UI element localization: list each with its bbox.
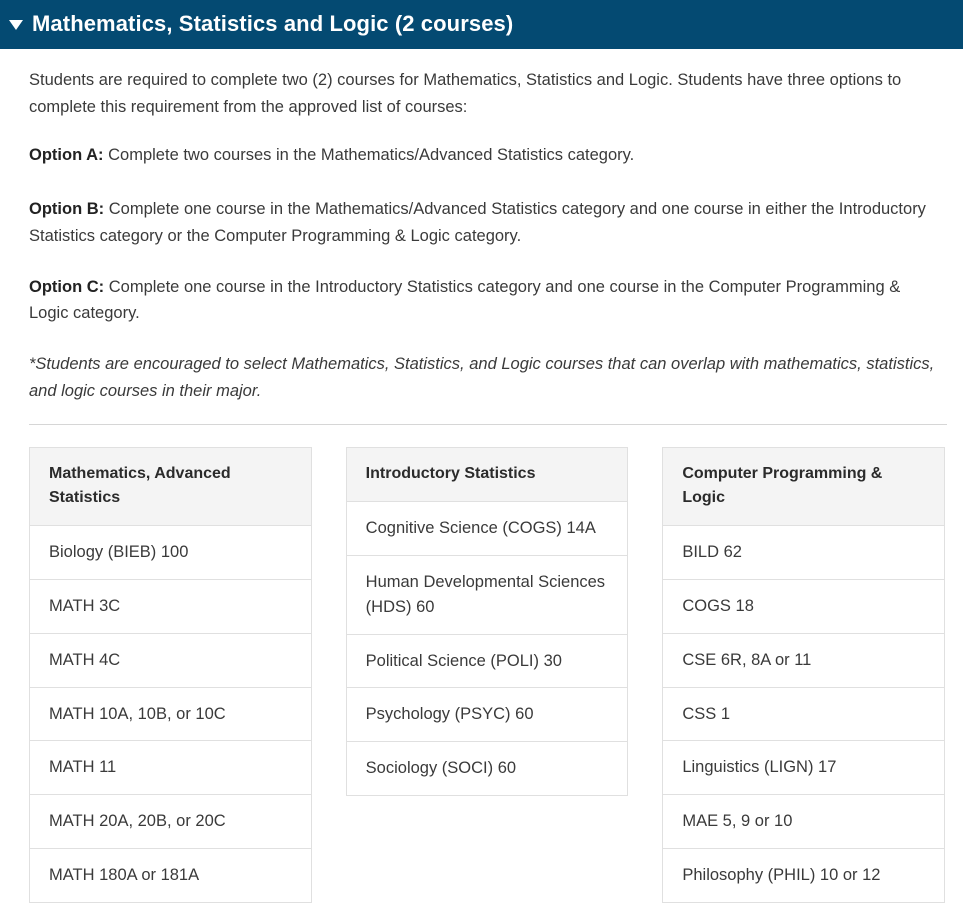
note-paragraph: *Students are encouraged to select Mathe… [29,355,935,400]
table-row: Philosophy (PHIL) 10 or 12 [663,849,945,903]
table-row: Psychology (PSYC) 60 [346,688,628,743]
course-tables-row: Mathematics, Advanced Statistics Biology… [29,447,946,903]
table-row: Political Science (POLI) 30 [346,635,628,689]
option-c-text: Complete one course in the Introductory … [29,277,901,323]
intro-paragraph: Students are required to complete two (2… [29,71,902,116]
table-row: Sociology (SOCI) 60 [346,742,628,796]
table-row: CSS 1 [663,688,945,742]
table-header: Computer Programming & Logic [663,448,945,527]
table-row: Cognitive Science (COGS) 14A [346,502,628,557]
panel-body: Students are required to complete two (2… [0,49,963,903]
option-c-label: Option C: [29,277,105,296]
table-row: MAE 5, 9 or 10 [663,795,945,849]
accordion-header[interactable]: Mathematics, Statistics and Logic (2 cou… [0,0,963,49]
table-row: CSE 6R, 8A or 11 [663,634,945,688]
option-a-text: Complete two courses in the Mathematics/… [103,146,635,165]
table-row: MATH 10A, 10B, or 10C [30,688,311,742]
accordion-title: Mathematics, Statistics and Logic (2 cou… [32,11,514,37]
course-table-computer-programming-logic: Computer Programming & Logic BILD 62 COG… [662,447,946,903]
option-b-label: Option B: [29,200,105,219]
option-c-paragraph: Option C: Complete one course in the Int… [29,274,944,327]
table-row: Biology (BIEB) 100 [30,526,311,581]
table-row: Linguistics (LIGN) 17 [663,741,945,796]
table-row: MATH 11 [30,741,311,796]
table-row: MATH 20A, 20B, or 20C [30,795,311,849]
section-divider [29,424,947,426]
chevron-down-icon[interactable] [6,15,26,35]
table-row: MATH 4C [30,634,311,688]
table-row: MATH 3C [30,580,311,634]
option-a-label: Option A: [29,146,104,165]
table-header: Mathematics, Advanced Statistics [30,448,311,527]
table-row: Human Developmental Sciences (HDS) 60 [346,556,628,635]
table-row: MATH 180A or 181A [30,849,311,903]
option-b-text: Complete one course in the Mathematics/A… [29,200,926,245]
option-a-paragraph: Option A: Complete two courses in the Ma… [29,142,944,169]
option-b-paragraph: Option B: Complete one course in the Mat… [29,196,944,249]
course-table-introductory-statistics: Introductory Statistics Cognitive Scienc… [345,447,629,796]
course-table-mathematics-advanced-statistics: Mathematics, Advanced Statistics Biology… [29,447,312,903]
table-row: COGS 18 [663,580,945,634]
table-row: BILD 62 [663,526,945,581]
table-header: Introductory Statistics [346,448,628,503]
